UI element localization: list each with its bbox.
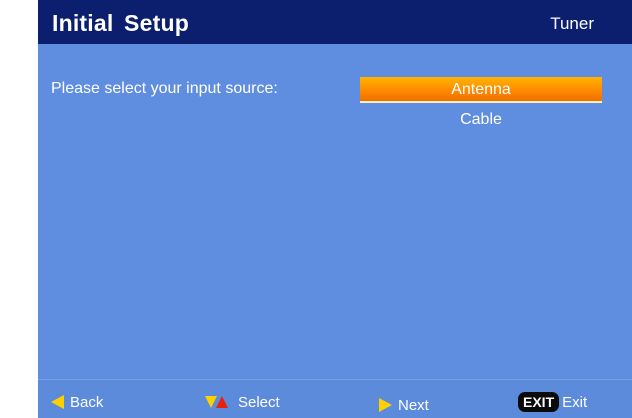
exit-hint[interactable]: EXIT Exit (518, 392, 587, 412)
input-source-prompt: Please select your input source: (51, 80, 278, 97)
tab-tuner: Tuner (550, 14, 594, 33)
next-hint[interactable]: Next (379, 395, 429, 415)
header-bar: Initial Setup Tuner (38, 0, 632, 44)
option-antenna[interactable]: Antenna (360, 77, 602, 103)
left-arrow-icon (51, 395, 64, 409)
initial-setup-screen: Initial Setup Tuner Please select your i… (0, 0, 632, 418)
footer-hints: Back Select Next EXIT Exit (38, 379, 632, 418)
select-hint[interactable]: Select (205, 392, 280, 412)
back-hint[interactable]: Back (51, 392, 103, 412)
next-label: Next (398, 396, 429, 414)
setup-panel: Please select your input source: Antenna… (38, 44, 632, 379)
exit-label: Exit (562, 393, 588, 411)
back-label: Back (70, 393, 104, 411)
exit-key-icon: EXIT (518, 392, 560, 412)
select-label: Select (238, 393, 280, 411)
up-arrow-icon (216, 396, 228, 408)
up-down-arrows-icon (205, 396, 228, 408)
page-title: Initial Setup (52, 10, 189, 36)
option-cable[interactable]: Cable (360, 108, 602, 132)
right-arrow-icon (379, 398, 392, 412)
